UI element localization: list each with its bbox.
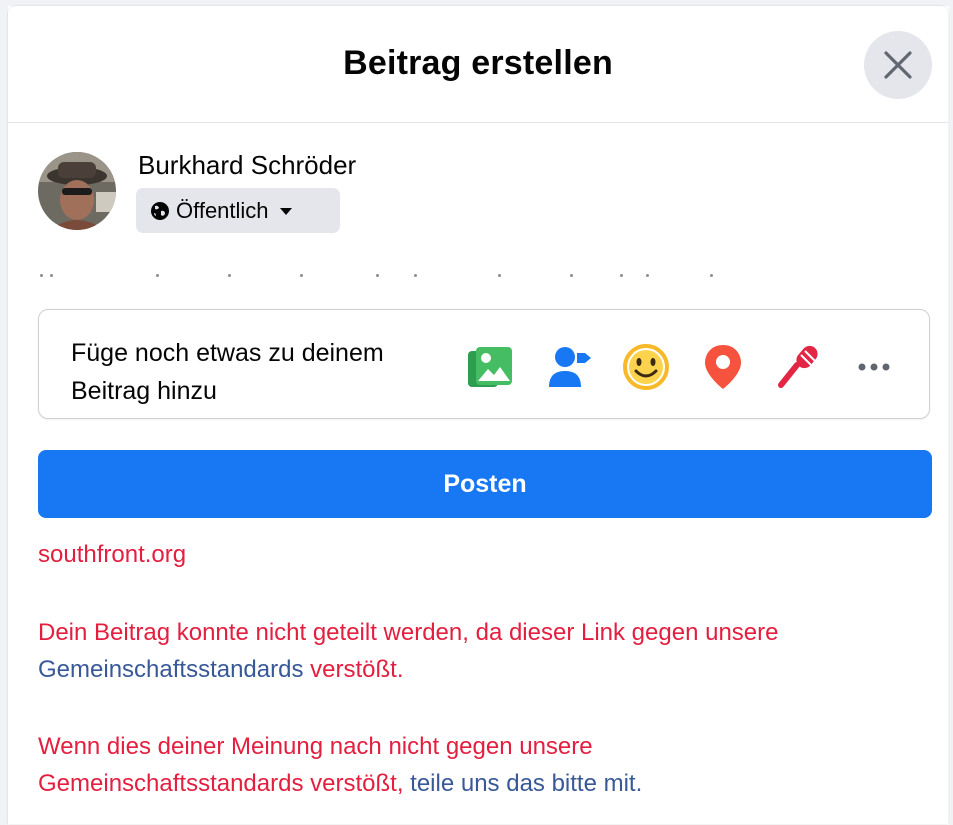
appeal-line2: Gemeinschaftsstandards verstößt, [38, 770, 411, 797]
caret-down-icon [279, 206, 293, 216]
audience-label: Öffentlich [176, 197, 269, 223]
appeal-line1: Wenn dies deiner Meinung nach nicht gege… [38, 733, 593, 760]
microphone-icon [778, 345, 818, 388]
more-options-button[interactable] [847, 340, 901, 394]
appeal-feedback-link[interactable]: teile uns das bitte mit. [410, 770, 642, 797]
audience-selector[interactable]: Öffentlich [136, 188, 340, 233]
community-standards-link[interactable]: Gemeinschaftsstandards [38, 656, 303, 683]
backdrop-right [949, 0, 953, 825]
feeling-icon [623, 344, 669, 390]
feeling-activity-button[interactable] [619, 340, 673, 394]
tag-people-icon [549, 347, 591, 387]
error-message-end: verstößt. [303, 656, 404, 683]
globe-icon [150, 201, 170, 221]
tag-people-button[interactable] [543, 340, 597, 394]
text-placeholder-dots [38, 274, 738, 280]
photo-video-button[interactable] [463, 340, 517, 394]
close-icon [884, 51, 912, 79]
post-button[interactable]: Posten [38, 450, 932, 518]
create-post-dialog: Beitrag erstellen Burkhard Schröder Öffe… [8, 6, 948, 824]
dialog-header: Beitrag erstellen [8, 6, 948, 123]
add-to-post-line1: Füge noch etwas zu deinem [71, 339, 384, 367]
user-name: Burkhard Schröder [138, 150, 357, 180]
check-in-icon [705, 345, 741, 389]
photo-video-icon [468, 347, 512, 387]
error-domain: southfront.org [38, 541, 187, 568]
avatar[interactable] [38, 152, 116, 230]
dialog-title: Beitrag erstellen [343, 44, 613, 82]
live-audio-button[interactable] [772, 340, 826, 394]
error-message-line1: Dein Beitrag konnte nicht geteilt werden… [38, 619, 779, 646]
check-in-button[interactable] [696, 340, 750, 394]
error-message: Dein Beitrag konnte nicht geteilt werden… [38, 614, 938, 688]
backdrop-left [0, 0, 8, 825]
add-to-post-label: Füge noch etwas zu deinem Beitrag hinzu [71, 334, 451, 410]
add-to-post-box: Füge noch etwas zu deinem Beitrag hinzu [38, 309, 930, 419]
add-to-post-line2: Beitrag hinzu [71, 377, 217, 405]
close-button[interactable] [864, 31, 932, 99]
appeal-message: Wenn dies deiner Meinung nach nicht gege… [38, 728, 938, 802]
more-icon [858, 363, 890, 371]
